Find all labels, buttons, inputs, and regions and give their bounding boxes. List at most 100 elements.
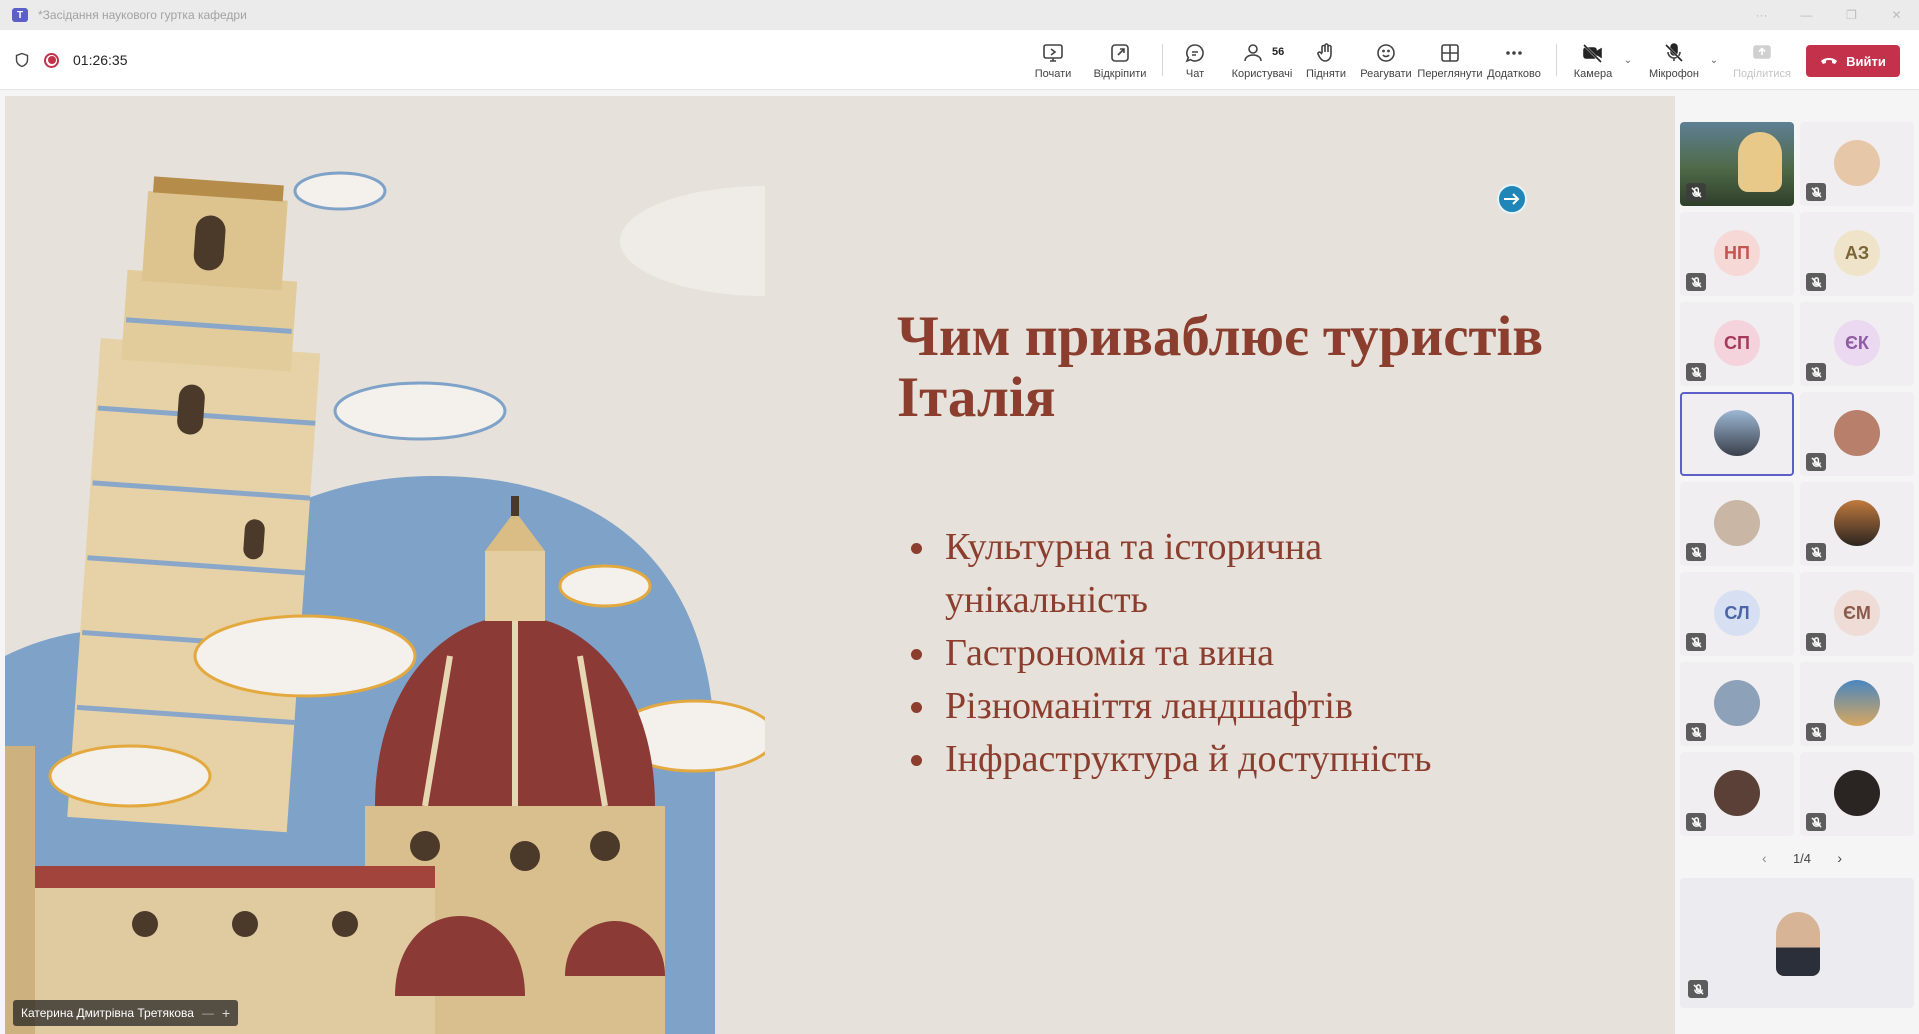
muted-mic-icon [1688, 980, 1708, 998]
participant-tile[interactable]: АЗ [1800, 212, 1914, 296]
slide-title-line1: Чим приваблює туристів [897, 305, 1544, 368]
participant-tile[interactable] [1680, 482, 1794, 566]
avatar [1834, 140, 1880, 186]
participant-tile[interactable] [1800, 122, 1914, 206]
close-button[interactable]: ✕ [1874, 0, 1919, 30]
slide-title: Чим приваблює туристів Італія [897, 306, 1637, 428]
participant-tile-speaking[interactable] [1680, 392, 1794, 476]
react-button[interactable]: Реагувати [1356, 30, 1416, 90]
pin-separator: — [201, 1006, 214, 1020]
camera-options-chevron-icon[interactable]: ⌄ [1622, 54, 1634, 66]
muted-mic-icon [1806, 183, 1826, 201]
presenter-name-tag: Катерина Дмитрівна Третякова — + [13, 1000, 239, 1026]
participant-tile[interactable]: ЄК [1800, 302, 1914, 386]
self-video-tile[interactable] [1680, 878, 1914, 1008]
avatar-initials: СП [1714, 320, 1760, 366]
slide-bullet-list: Культурна та історична унікальність Гаст… [907, 521, 1627, 786]
gallery-page-indicator: 1/4 [1792, 850, 1812, 866]
participant-tile[interactable]: НП [1680, 212, 1794, 296]
participant-tile[interactable] [1800, 392, 1914, 476]
meeting-status: 01:26:35 [14, 30, 128, 90]
participant-tile[interactable] [1680, 752, 1794, 836]
share-screen-icon [1043, 43, 1063, 62]
pop-out-button[interactable]: Відкріпити [1088, 30, 1152, 90]
slide-title-line2: Італія [897, 366, 1056, 429]
participant-tile[interactable] [1800, 752, 1914, 836]
participant-tile[interactable]: СП [1680, 302, 1794, 386]
camera-off-icon [1583, 43, 1602, 63]
camera-button[interactable]: Камера [1566, 30, 1620, 90]
mic-off-icon [1665, 42, 1683, 62]
participants-count: 56 [1272, 46, 1285, 58]
avatar-initials: СЛ [1714, 590, 1760, 636]
muted-mic-icon [1806, 543, 1826, 561]
participant-tile[interactable] [1800, 482, 1914, 566]
avatar-initials: ЄМ [1834, 590, 1880, 636]
chat-button[interactable]: Чат [1172, 30, 1218, 90]
toolbar-divider [1556, 44, 1557, 76]
avatar-initials: АЗ [1834, 230, 1880, 276]
participant-video [1738, 132, 1782, 192]
raise-hand-icon [1317, 42, 1332, 62]
raise-hand-button[interactable]: Підняти [1300, 30, 1352, 90]
muted-mic-icon [1806, 633, 1826, 651]
slide-bullet: Різноманіття ландшафтів [907, 680, 1627, 733]
muted-mic-icon [1686, 273, 1706, 291]
muted-mic-icon [1806, 273, 1826, 291]
window-controls: ··· — ❐ ✕ [1739, 0, 1919, 30]
avatar [1834, 500, 1880, 546]
participant-tile[interactable] [1680, 122, 1794, 206]
muted-mic-icon [1686, 363, 1706, 381]
participant-tile[interactable] [1680, 662, 1794, 746]
more-actions-button[interactable]: Додатково [1484, 30, 1544, 90]
window-titlebar: T *Засідання наукового гуртка кафедри ··… [0, 0, 1919, 30]
more-options-icon[interactable]: ··· [1739, 0, 1784, 30]
share-button[interactable]: Поділитися [1728, 30, 1796, 90]
minimize-button[interactable]: — [1784, 0, 1829, 30]
slide-bullet: Інфраструктура й доступність [907, 733, 1627, 786]
participant-tile[interactable]: СЛ [1680, 572, 1794, 656]
share-content-button[interactable]: Почати [1024, 30, 1082, 90]
people-icon [1244, 43, 1262, 61]
previous-page-icon[interactable]: ‹ [1762, 850, 1767, 866]
gallery-pager: ‹ 1/4 › [1762, 848, 1842, 868]
avatar [1714, 500, 1760, 546]
teams-logo-icon: T [12, 8, 28, 22]
meeting-toolbar: 01:26:35 Почати Відкріпити Чат Користува… [0, 30, 1919, 90]
muted-mic-icon [1806, 813, 1826, 831]
slide-bullet: Гастрономія та вина [907, 627, 1627, 680]
shared-slide: Чим приваблює туристів Італія Культурна … [5, 96, 1675, 1034]
muted-mic-icon [1686, 633, 1706, 651]
microphone-options-chevron-icon[interactable]: ⌄ [1708, 54, 1720, 66]
muted-mic-icon [1806, 363, 1826, 381]
muted-mic-icon [1806, 723, 1826, 741]
avatar [1714, 680, 1760, 726]
maximize-button[interactable]: ❐ [1829, 0, 1874, 30]
shield-icon [15, 52, 29, 68]
phone-hangup-icon [1821, 58, 1838, 64]
participant-tile[interactable] [1800, 662, 1914, 746]
toolbar-divider [1162, 44, 1163, 76]
react-icon [1377, 43, 1395, 62]
avatar [1834, 680, 1880, 726]
window-title: *Засідання наукового гуртка кафедри [38, 8, 247, 22]
presenter-name: Катерина Дмитрівна Третякова [21, 1006, 194, 1020]
share-icon [1753, 44, 1771, 59]
muted-mic-icon [1686, 543, 1706, 561]
chat-icon [1185, 43, 1204, 62]
avatar-initials: НП [1714, 230, 1760, 276]
microphone-button[interactable]: Мікрофон [1642, 30, 1706, 90]
view-button[interactable]: Переглянути [1414, 30, 1486, 90]
add-icon[interactable]: + [222, 1005, 230, 1021]
slide-bullet: Культурна та історична унікальність [907, 521, 1427, 627]
next-page-icon[interactable]: › [1837, 850, 1842, 866]
avatar [1834, 770, 1880, 816]
leave-button[interactable]: Вийти [1806, 45, 1900, 77]
avatar-initials: ЄК [1834, 320, 1880, 366]
avatar [1714, 770, 1760, 816]
pop-out-icon [1111, 43, 1129, 62]
avatar [1834, 410, 1880, 456]
view-icon [1441, 43, 1459, 62]
participants-button[interactable]: Користувачі [1226, 30, 1298, 90]
participant-tile[interactable]: ЄМ [1800, 572, 1914, 656]
